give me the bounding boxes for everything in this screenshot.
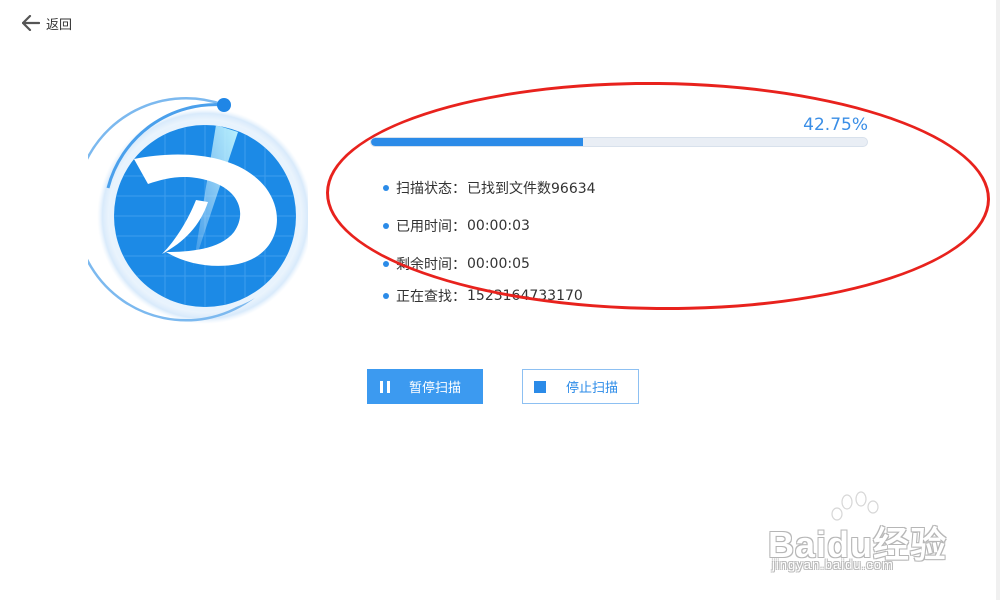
arrow-left-icon: [22, 15, 40, 31]
bullet-icon: [383, 223, 389, 229]
back-button[interactable]: 返回: [22, 12, 72, 34]
info-value: 已找到文件数96634: [467, 181, 596, 197]
progress-bar-fill: [371, 138, 584, 146]
info-value: 00:00:05: [467, 256, 530, 272]
stop-icon: [534, 380, 546, 393]
window-edge: [996, 0, 1000, 600]
info-value: 00:00:03: [467, 218, 530, 234]
watermark-url: jingyan.baidu.com: [772, 557, 894, 572]
info-label: 已用时间：: [396, 219, 466, 235]
info-label: 正在查找：: [396, 289, 466, 305]
stop-scan-label: 停止扫描: [566, 381, 619, 396]
info-label: 剩余时间：: [396, 257, 466, 273]
bullet-icon: [383, 293, 389, 299]
progress-percent: 42.75%: [803, 115, 868, 135]
pause-icon: [380, 380, 390, 393]
info-value: 1523164733170: [467, 288, 583, 304]
info-row-remaining: 剩余时间： 00:00:05: [383, 254, 530, 274]
info-row-status: 扫描状态： 已找到文件数96634: [383, 178, 596, 198]
scan-radar-logo: [73, 92, 313, 332]
info-label: 扫描状态：: [396, 181, 466, 197]
bullet-icon: [383, 261, 389, 267]
back-label: 返回: [46, 17, 73, 33]
bullet-icon: [383, 185, 389, 191]
progress-bar: [370, 137, 868, 147]
pause-scan-button[interactable]: 暂停扫描: [367, 369, 483, 404]
info-row-elapsed: 已用时间： 00:00:03: [383, 216, 530, 236]
pause-scan-label: 暂停扫描: [409, 381, 462, 396]
info-row-searching: 正在查找： 1523164733170: [383, 286, 583, 306]
stop-scan-button[interactable]: 停止扫描: [522, 369, 639, 404]
